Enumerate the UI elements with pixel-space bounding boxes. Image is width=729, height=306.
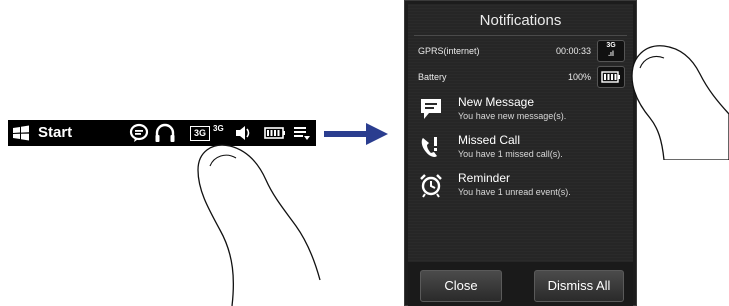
notification-subtitle: You have new message(s). [458,111,567,121]
notification-missed-call[interactable]: Missed Call You have 1 missed call(s). [414,130,627,166]
notification-subtitle: You have 1 unread event(s). [458,187,571,197]
start-button[interactable]: Start [38,124,72,141]
notification-title: New Message [458,95,535,109]
panel-title: Notifications [479,12,562,29]
headset-icon[interactable] [154,123,176,143]
data-connection-icon-label: 3G [606,42,616,49]
arrow-icon [324,123,388,145]
action-bar: Close Dismiss All [408,262,633,306]
notification-subtitle: You have 1 missed call(s). [458,149,563,159]
notifications-body: Notifications GPRS(internet) 00:00:33 3G… [408,4,633,306]
signal-bars-icon: .ıl [608,51,614,58]
divider [414,35,627,36]
notification-new-message[interactable]: New Message You have new message(s). [414,92,627,128]
missed-call-icon [421,137,437,157]
3g-signal-icon[interactable]: 3G [213,124,224,133]
battery-status-row[interactable]: Battery 100% [414,64,627,88]
notifications-list: New Message You have new message(s). Mis… [414,90,627,218]
battery-icon[interactable] [597,66,625,88]
battery-level: 100% [567,72,591,82]
notification-title: Missed Call [458,133,521,147]
notifications-panel: Notifications GPRS(internet) 00:00:33 3G… [404,0,637,306]
battery-graphic [601,71,620,83]
dismiss-all-button[interactable]: Dismiss All [534,270,624,302]
gprs-label: GPRS(internet) [418,46,480,56]
tapping-finger-illustration [197,144,321,306]
notification-title: Reminder [458,171,511,185]
battery-label: Battery [418,72,447,82]
gprs-duration: 00:00:33 [555,46,591,56]
close-button[interactable]: Close [420,270,502,302]
alarm-clock-icon [420,174,442,198]
windows-flag-icon [13,125,29,141]
tapping-finger-illustration [631,45,729,160]
messaging-icon[interactable] [129,123,149,143]
notification-reminder[interactable]: Reminder You have 1 unread event(s). [414,168,627,204]
data-connection-icon[interactable]: 3G .ıl [597,40,625,62]
message-icon [421,99,441,119]
3g-network-icon[interactable]: 3G [190,126,210,141]
gprs-status-row[interactable]: GPRS(internet) 00:00:33 3G .ıl [414,38,627,62]
